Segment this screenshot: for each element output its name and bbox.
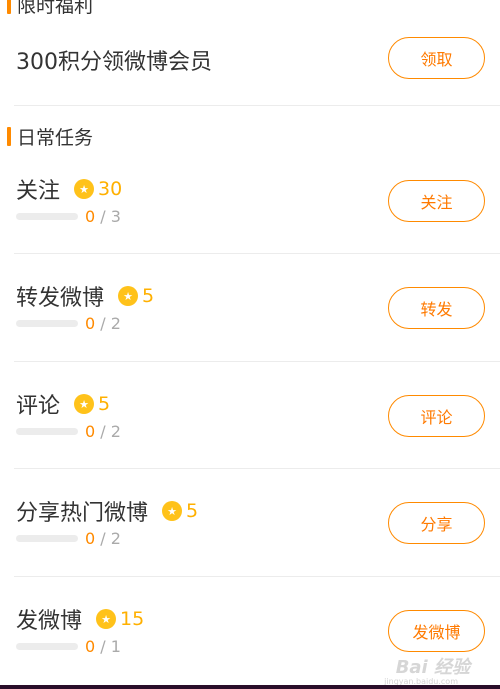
section-marker xyxy=(7,127,11,146)
divider xyxy=(14,361,500,362)
share-button[interactable]: 分享 xyxy=(388,502,485,544)
progress-track xyxy=(16,535,78,542)
progress-track xyxy=(16,643,78,650)
star-coin-icon: ★ xyxy=(74,394,95,414)
bottom-edge xyxy=(0,685,500,689)
task-points: 30 xyxy=(98,178,123,200)
claim-button[interactable]: 领取 xyxy=(388,37,485,79)
progress-total: / 1 xyxy=(100,637,121,656)
progress-done: 0 xyxy=(85,529,96,548)
daily-section-title: 日常任务 xyxy=(17,127,94,149)
star-coin-icon: ★ xyxy=(96,609,117,629)
progress-total: / 2 xyxy=(100,314,121,333)
divider xyxy=(14,105,500,106)
progress-total: / 2 xyxy=(100,529,121,548)
follow-button[interactable]: 关注 xyxy=(388,180,485,222)
section-marker xyxy=(7,0,11,14)
task-name: 评论 xyxy=(16,394,61,419)
star-coin-icon: ★ xyxy=(74,179,95,199)
divider xyxy=(14,468,500,469)
comment-button[interactable]: 评论 xyxy=(388,395,485,437)
progress-total: / 3 xyxy=(100,207,121,226)
task-progress: 0 / 2 xyxy=(16,314,121,333)
task-progress: 0 / 1 xyxy=(16,637,121,656)
post-weibo-button[interactable]: 发微博 xyxy=(388,610,485,652)
divider xyxy=(14,253,500,254)
limited-item-text: 300积分领微博会员 xyxy=(16,50,212,75)
task-points: 5 xyxy=(142,285,155,307)
task-name: 发微博 xyxy=(16,609,83,634)
progress-done: 0 xyxy=(85,207,96,226)
progress-total: / 2 xyxy=(100,422,121,441)
task-name: 分享热门微博 xyxy=(16,501,149,526)
repost-button[interactable]: 转发 xyxy=(388,287,485,329)
progress-track xyxy=(16,428,78,435)
limited-section-header: 限时福利 xyxy=(7,0,93,18)
progress-track xyxy=(16,320,78,327)
star-coin-icon: ★ xyxy=(118,286,139,306)
progress-done: 0 xyxy=(85,422,96,441)
daily-section-header: 日常任务 xyxy=(7,123,93,150)
task-points: 5 xyxy=(186,500,199,522)
task-name: 关注 xyxy=(16,179,61,204)
task-points: 5 xyxy=(98,393,111,415)
task-progress: 0 / 2 xyxy=(16,422,121,441)
watermark-logo: Bai 经验 xyxy=(395,657,470,678)
star-coin-icon: ★ xyxy=(162,501,183,521)
task-points: 15 xyxy=(120,608,145,630)
task-name: 转发微博 xyxy=(16,286,105,311)
limited-section-title: 限时福利 xyxy=(17,0,94,17)
task-progress: 0 / 2 xyxy=(16,529,121,548)
progress-done: 0 xyxy=(85,637,96,656)
progress-done: 0 xyxy=(85,314,96,333)
divider xyxy=(14,576,500,577)
progress-track xyxy=(16,213,78,220)
task-progress: 0 / 3 xyxy=(16,207,121,226)
